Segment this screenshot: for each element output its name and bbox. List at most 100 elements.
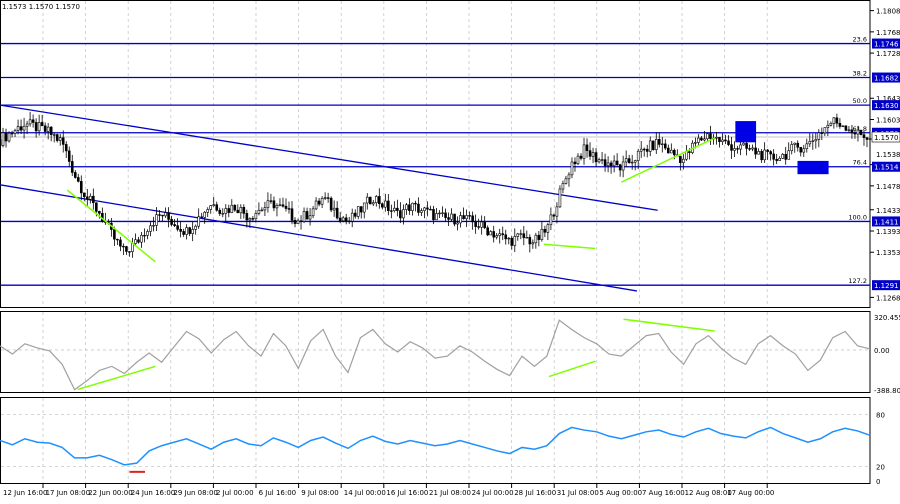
candle-body (61, 137, 65, 145)
candle-body (344, 217, 348, 222)
level-price-label: 1.1411 (874, 218, 899, 226)
candle-body (841, 125, 845, 128)
candle-body (435, 213, 438, 221)
candle-body (757, 151, 760, 155)
ohlc-readout: 1.1573 1.1570 1.1570 (2, 3, 80, 11)
candle-body (763, 149, 766, 161)
candle-body (847, 129, 851, 131)
candle-body (257, 209, 261, 214)
candle-body (597, 159, 601, 163)
candle-body (423, 207, 426, 211)
time-tick-label: 21 Jul 08:00 (429, 489, 471, 497)
cci-panel: 320.4558 0.00 -388.803 (0, 314, 900, 395)
candle-body (814, 139, 818, 142)
candle-body (119, 239, 122, 247)
candle-body (73, 172, 77, 178)
time-tick-label: 17 Jun 08:00 (46, 489, 90, 497)
candle-body (570, 161, 574, 176)
candle-body (703, 138, 706, 141)
time-tick-label: 14 Jul 00:00 (344, 489, 386, 497)
candle-body (742, 142, 745, 146)
candle-body (543, 229, 547, 233)
candle-body (429, 208, 432, 211)
candle-body (143, 234, 146, 237)
candle-body (772, 153, 775, 160)
candle-body (700, 137, 703, 141)
candle-body (498, 233, 502, 236)
candle-body (618, 164, 622, 171)
signal-box (797, 160, 829, 175)
candle-body (52, 134, 56, 136)
candle-body (591, 152, 595, 157)
price-tick-label: 1.1768 (876, 29, 900, 37)
candle-body (263, 207, 267, 211)
candle-body (781, 154, 784, 159)
candle-body (158, 214, 161, 216)
candle-body (28, 119, 32, 125)
rsi-tick-label: 80 (876, 411, 885, 419)
candle-body (1, 132, 5, 146)
candle-body (356, 206, 360, 217)
candle-body (43, 125, 47, 132)
candle-body (793, 142, 797, 145)
candle-body (694, 142, 697, 144)
candle-body (293, 219, 297, 224)
time-tick-label: 31 Jul 08:00 (557, 489, 599, 497)
candle-body (522, 233, 526, 238)
candle-body (378, 196, 381, 205)
candle-body (561, 183, 565, 190)
candle-body (248, 218, 252, 221)
cci-line (0, 319, 871, 391)
candle-body (242, 207, 246, 214)
candle-body (663, 143, 667, 149)
candle-body (299, 220, 303, 222)
candle-body (146, 231, 149, 236)
candle-body (790, 144, 794, 152)
candle-body (420, 210, 423, 213)
candle-body (122, 245, 125, 248)
forex-chart[interactable]: 23.638.250.061.876.4100.0127.2 320.45580… (0, 0, 900, 500)
candle-body (308, 215, 312, 220)
candle-body (817, 132, 821, 140)
candle-body (688, 151, 691, 153)
candle-body (645, 148, 649, 152)
candle-body (368, 196, 372, 205)
cci-tick-label: 0.00 (874, 347, 890, 355)
candle-body (209, 205, 213, 210)
current-price-label: 1.1570 (874, 134, 899, 142)
candle-body (862, 134, 866, 138)
candle-body (709, 133, 712, 139)
candle-body (338, 217, 342, 222)
grid-lines (42, 1, 768, 483)
candle-body (341, 217, 345, 222)
candle-body (465, 215, 468, 220)
candle-body (594, 152, 598, 163)
candle-body (838, 122, 842, 127)
candle-body (667, 147, 670, 154)
candle-body (615, 160, 619, 166)
candle-body (733, 148, 736, 151)
candle-body (98, 211, 101, 214)
candle-body (58, 137, 62, 141)
candle-body (134, 239, 137, 244)
candle-body (13, 130, 17, 134)
candle-body (329, 197, 333, 211)
candle-body (865, 137, 869, 140)
candle-body (230, 204, 234, 213)
candle-body (682, 158, 685, 163)
candle-body (654, 139, 658, 150)
candle-body (489, 231, 492, 236)
candle-body (82, 192, 86, 198)
candle-body (673, 149, 676, 156)
candle-body (775, 158, 778, 161)
time-tick-label: 9 Jul 08:00 (301, 489, 339, 497)
candle-body (164, 212, 167, 217)
price-tick-label: 1.1808 (876, 8, 900, 16)
candle-body (504, 234, 508, 240)
candle-body (510, 237, 514, 246)
candle-body (486, 227, 489, 236)
candle-body (721, 139, 724, 142)
candle-body (477, 226, 480, 228)
candle-body (718, 137, 721, 142)
panel-frame-3 (0, 397, 871, 484)
